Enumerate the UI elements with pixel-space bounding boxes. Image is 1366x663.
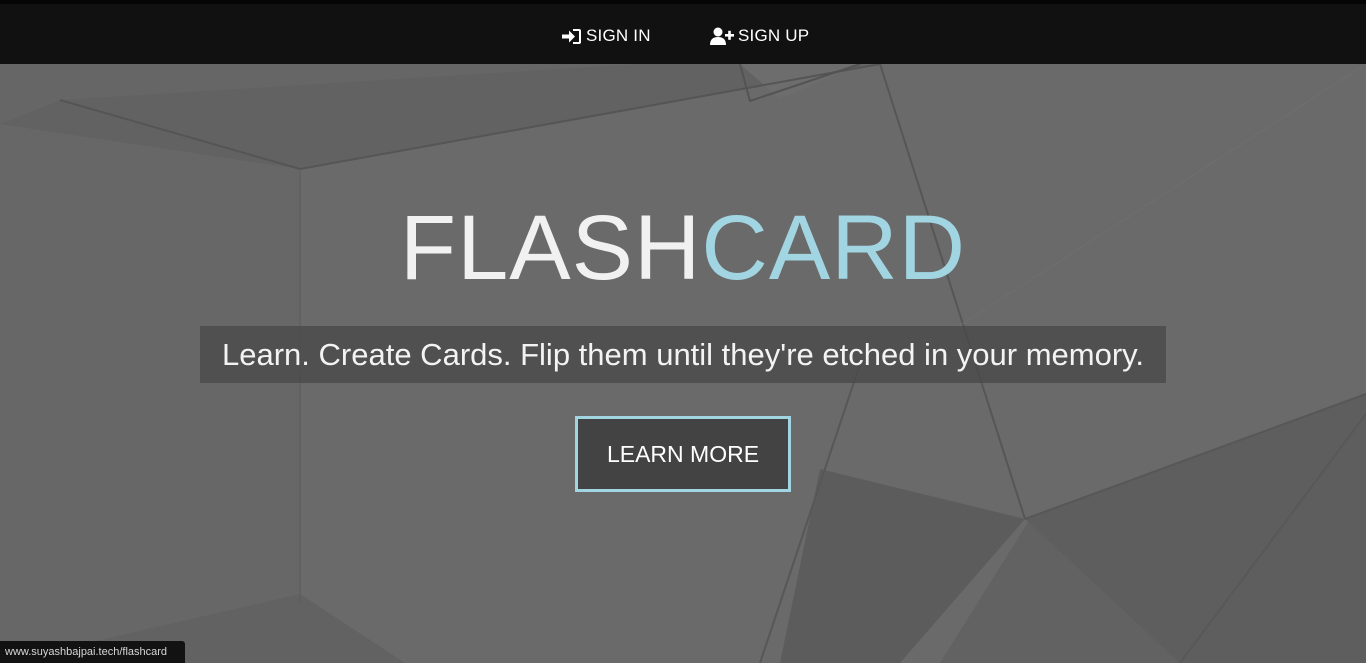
brand-title: FLASHCARD [0,196,1366,300]
learn-more-button[interactable]: LEARN MORE [575,416,791,492]
sign-in-icon [562,28,582,45]
landing-page: SIGN IN SIGN UP FLASHCARD Learn. Create … [0,0,1366,663]
title-card: CARD [701,197,967,299]
top-navbar: SIGN IN SIGN UP [0,0,1366,64]
title-flash: FLASH [399,197,702,299]
user-plus-icon [710,27,734,45]
sign-in-link[interactable]: SIGN IN [562,24,651,48]
browser-status-url: www.suyashbajpai.tech/flashcard [0,641,185,663]
sign-up-label: SIGN UP [738,26,810,45]
hero-tagline: Learn. Create Cards. Flip them until the… [200,326,1166,383]
sign-in-label: SIGN IN [586,26,651,45]
sign-up-link[interactable]: SIGN UP [710,24,809,48]
